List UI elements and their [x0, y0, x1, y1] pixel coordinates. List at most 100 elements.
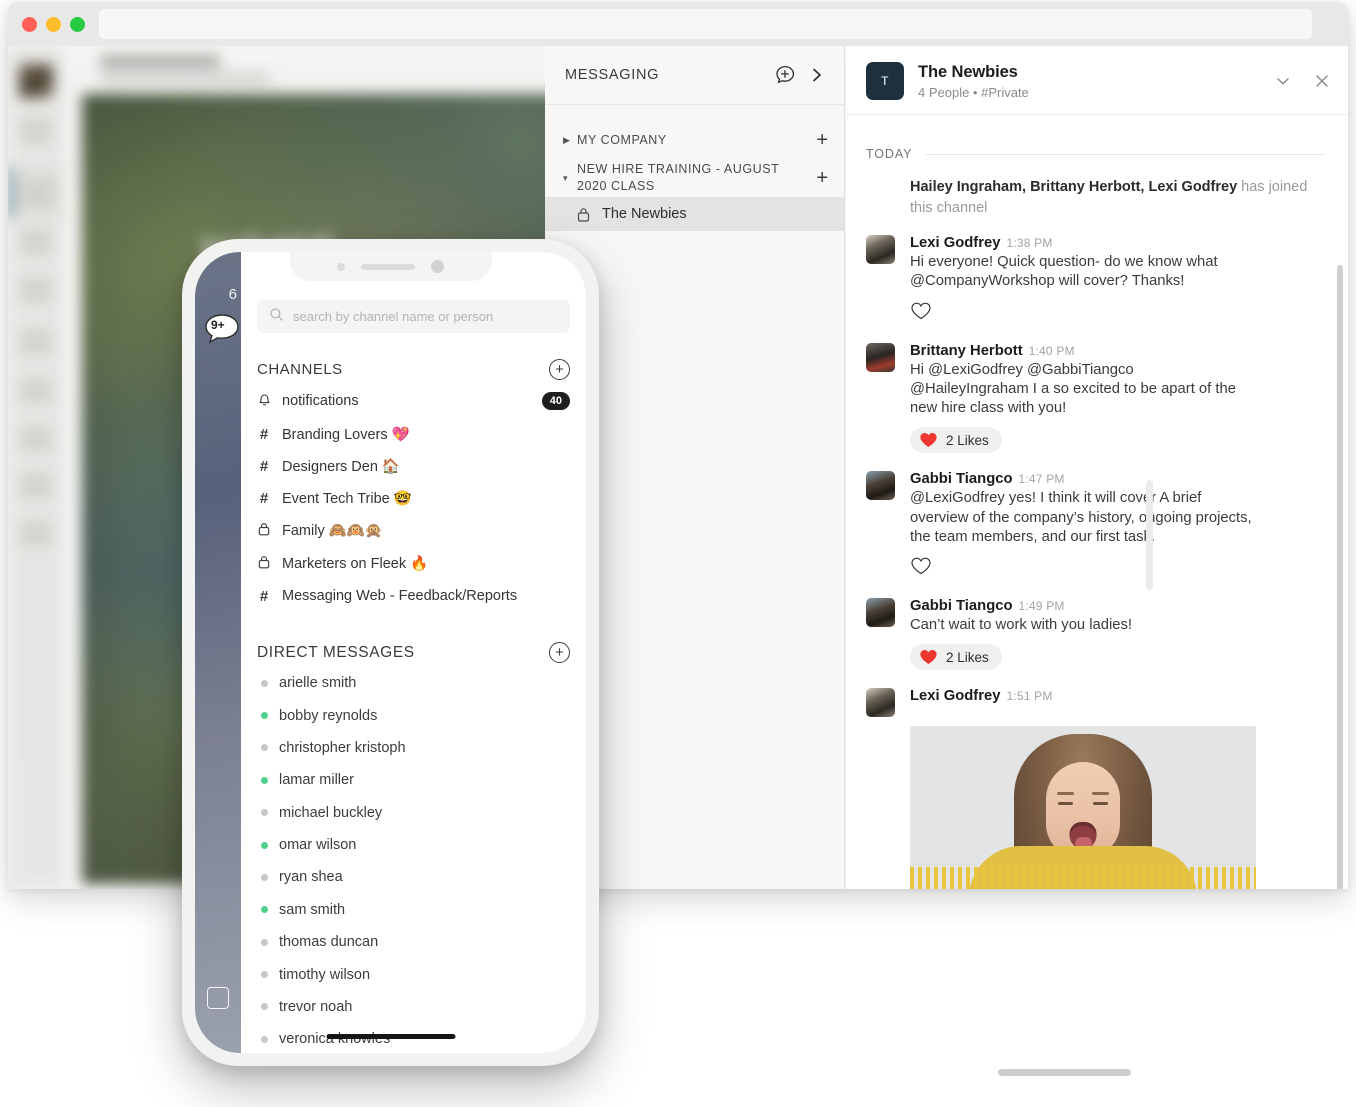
background-page-subtitle	[100, 74, 270, 82]
message-author[interactable]: Lexi Godfrey	[910, 688, 1000, 704]
direct-message-name: lamar miller	[279, 772, 354, 789]
heart-outline-icon[interactable]	[910, 556, 932, 581]
avatar[interactable]	[866, 342, 895, 372]
message-body: Gabbi Tiangco 1:49 PM Can’t wait to work …	[910, 597, 1326, 635]
phone-home-indicator	[326, 1034, 455, 1039]
chat-panel: T The Newbies 4 People • #Private TODAY …	[846, 46, 1348, 889]
avatar[interactable]	[866, 688, 895, 718]
phone-channel-item-branding-lovers[interactable]: # Branding Lovers 💖	[257, 418, 570, 450]
channels-section-title: CHANNELS	[257, 361, 343, 378]
new-message-icon[interactable]	[774, 64, 796, 86]
avatar[interactable]	[866, 235, 895, 265]
heart-outline-icon[interactable]	[910, 301, 932, 326]
like-reaction-pill[interactable]: 2 Likes	[910, 644, 1002, 671]
direct-message-item[interactable]: sam smith	[257, 894, 570, 926]
channel-item-the-newbies[interactable]: The Newbies	[545, 197, 844, 231]
message-item: Gabbi Tiangco 1:49 PM Can’t wait to work …	[866, 597, 1326, 635]
date-divider-line	[926, 153, 1326, 155]
avatar[interactable]	[866, 471, 895, 501]
phone-channel-item-event-tech-tribe[interactable]: # Event Tech Tribe 🤓	[257, 482, 570, 514]
phone-sensor-dot	[337, 262, 345, 271]
address-bar[interactable]	[99, 9, 1312, 39]
message-author[interactable]: Gabbi Tiangco	[910, 471, 1013, 487]
direct-message-item[interactable]: ryan shea	[257, 861, 570, 893]
phone-channel-name: Branding Lovers 💖	[282, 426, 410, 443]
close-window-button[interactable]	[22, 16, 37, 32]
direct-message-item[interactable]: arielle smith	[257, 667, 570, 699]
message-author[interactable]: Brittany Herbott	[910, 343, 1023, 359]
message-body: Lexi Godfrey 1:51 PM	[910, 687, 1326, 717]
message-body: Lexi Godfrey 1:38 PM Hi everyone! Quick q…	[910, 234, 1326, 291]
hash-icon: #	[259, 425, 269, 443]
background-rail-icon-2	[20, 180, 52, 206]
chat-header-titles: The Newbies 4 People • #Private	[918, 63, 1274, 100]
direct-message-item[interactable]: trevor noah	[257, 991, 570, 1023]
phone-notch	[289, 252, 492, 281]
window-horizontal-scrollbar[interactable]	[998, 1069, 1131, 1076]
message-author[interactable]: Gabbi Tiangco	[910, 598, 1013, 614]
message-author[interactable]: Lexi Godfrey	[910, 235, 1000, 251]
heart-filled-icon	[920, 650, 937, 665]
direct-message-name: timothy wilson	[279, 966, 371, 983]
message-body: Brittany Herbott 1:40 PM Hi @LexiGodfrey …	[910, 342, 1326, 419]
add-direct-message-icon[interactable]: +	[549, 642, 570, 663]
phone-peek-number: 6	[228, 286, 237, 303]
like-count: 2 Likes	[946, 649, 989, 665]
add-channel-icon[interactable]: +	[549, 359, 570, 380]
background-rail-icon-5	[20, 329, 52, 355]
phone-channel-item-family[interactable]: Family 🙈🙉🙊	[257, 514, 570, 547]
direct-message-item[interactable]: bobby reynolds	[257, 699, 570, 731]
phone-mockup: 6 9+ search by channel name or person CH…	[182, 239, 599, 1066]
phone-channel-item-marketers-on-fleek[interactable]: Marketers on Fleek 🔥	[257, 547, 570, 580]
chat-vertical-scrollbar[interactable]	[1337, 265, 1343, 889]
message-timestamp: 1:47 PM	[1018, 472, 1065, 487]
add-channel-button[interactable]: +	[816, 168, 828, 188]
chat-message-list[interactable]: TODAY Hailey Ingraham, Brittany Herbott,…	[846, 115, 1348, 889]
avatar[interactable]	[866, 598, 895, 628]
direct-message-item[interactable]: christopher kristoph	[257, 732, 570, 764]
phone-channel-item-designers-den[interactable]: # Designers Den 🏠	[257, 450, 570, 482]
add-channel-button[interactable]: +	[816, 130, 828, 150]
phone-channel-item-notifications[interactable]: notifications 40	[257, 384, 570, 418]
messaging-header-actions	[774, 64, 824, 86]
message-item: Gabbi Tiangco 1:47 PM @LexiGodfrey yes! I…	[866, 470, 1326, 547]
direct-message-name: arielle smith	[279, 675, 357, 692]
reaction-row	[910, 301, 1326, 326]
gif-attachment[interactable]	[910, 726, 1256, 889]
message-meta: Gabbi Tiangco 1:49 PM	[910, 597, 1326, 615]
search-input[interactable]: search by channel name or person	[257, 300, 570, 333]
system-message-names: Hailey Ingraham, Brittany Herbott, Lexi …	[910, 179, 1238, 195]
phone-app-screen: search by channel name or person CHANNEL…	[241, 252, 586, 1053]
chevron-down-icon[interactable]: ▾	[563, 173, 577, 183]
direct-message-item[interactable]: timothy wilson	[257, 958, 570, 990]
traffic-lights	[22, 16, 85, 32]
direct-message-item[interactable]: thomas duncan	[257, 926, 570, 958]
message-item: Lexi Godfrey 1:38 PM Hi everyone! Quick q…	[866, 234, 1326, 291]
channel-group-new-hire-training[interactable]: ▾ NEW HIRE TRAINING - AUGUST 2020 CLASS …	[545, 159, 844, 197]
message-body: Gabbi Tiangco 1:47 PM @LexiGodfrey yes! I…	[910, 470, 1326, 547]
message-attachment-wrap	[910, 726, 1326, 889]
search-placeholder: search by channel name or person	[293, 309, 494, 324]
background-rail-icon-4	[20, 277, 52, 303]
direct-message-item[interactable]: omar wilson	[257, 829, 570, 861]
direct-message-item[interactable]: michael buckley	[257, 797, 570, 829]
direct-message-item[interactable]: lamar miller	[257, 764, 570, 796]
maximize-window-button[interactable]	[70, 16, 85, 32]
channel-group-my-company[interactable]: ▶ MY COMPANY +	[545, 121, 844, 159]
phone-channel-name: Designers Den 🏠	[282, 458, 400, 475]
background-rail-icon-9	[20, 521, 52, 547]
channel-avatar: T	[866, 62, 904, 100]
lock-icon	[577, 207, 590, 222]
like-reaction-pill[interactable]: 2 Likes	[910, 427, 1002, 454]
messaging-panel-scrollbar[interactable]	[1146, 480, 1153, 590]
chevron-right-icon[interactable]	[810, 66, 824, 84]
minimize-window-button[interactable]	[46, 16, 61, 32]
chevron-right-icon[interactable]: ▶	[563, 135, 577, 145]
message-meta: Lexi Godfrey 1:51 PM	[910, 687, 1326, 705]
status-dot-online	[261, 776, 268, 784]
close-icon[interactable]	[1314, 73, 1330, 89]
phone-channel-item-messaging-web-feedback[interactable]: # Messaging Web - Feedback/Reports	[257, 580, 570, 612]
status-dot-offline	[261, 873, 268, 881]
chevron-down-icon[interactable]	[1274, 74, 1292, 88]
unread-bubble-badge[interactable]: 9+	[201, 312, 241, 350]
